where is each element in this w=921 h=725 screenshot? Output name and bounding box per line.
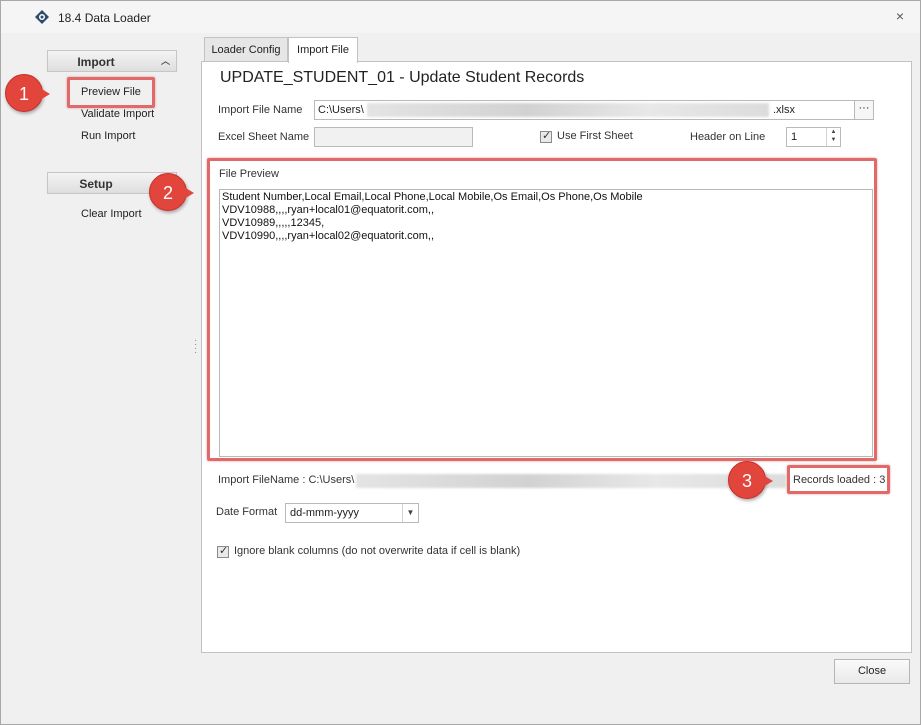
tab-loader-config[interactable]: Loader Config <box>204 37 288 62</box>
import-filename-status: Import FileName : C:\Users\ <box>218 474 355 486</box>
use-first-sheet-label: Use First Sheet <box>557 130 633 142</box>
splitter-handle[interactable]: · · · · <box>194 336 198 358</box>
sidebar: Import ︿ Preview File Validate Import Ru… <box>35 35 195 725</box>
browse-file-button[interactable]: ··· <box>854 100 874 120</box>
window-title: 18.4 Data Loader <box>58 11 151 25</box>
stepper-arrows-icon[interactable]: ▲ ▼ <box>826 128 840 146</box>
header-line-stepper[interactable]: 1 ▲ ▼ <box>786 127 841 147</box>
step-badge-1: 1 <box>5 74 50 112</box>
badge-pointer <box>184 187 194 199</box>
close-button[interactable]: Close <box>834 659 910 684</box>
sidebar-item-clear-import[interactable]: Clear Import <box>81 208 142 220</box>
badge-pointer <box>40 88 50 100</box>
redacted-status-path <box>356 474 786 488</box>
data-loader-window: 18.4 Data Loader × Import ︿ Preview File… <box>0 0 921 725</box>
step-number: 3 <box>741 471 752 491</box>
ignore-blank-label: Ignore blank columns (do not overwrite d… <box>234 545 521 557</box>
title-bar: 18.4 Data Loader × <box>1 1 920 33</box>
chevron-down-icon[interactable]: ▼ <box>402 504 418 522</box>
import-file-name-label: Import File Name <box>218 104 303 116</box>
page-title: UPDATE_STUDENT_01 - Update Student Recor… <box>220 69 585 86</box>
setup-group-label: Setup <box>79 177 113 191</box>
step-number: 1 <box>18 84 29 104</box>
chevron-up-icon[interactable]: ︿ <box>161 54 170 67</box>
header-line-value: 1 <box>791 131 798 143</box>
date-format-label: Date Format <box>216 506 278 518</box>
highlight-file-preview <box>207 158 877 461</box>
file-path-prefix: C:\Users\ <box>318 104 364 116</box>
app-logo-icon <box>35 10 49 24</box>
excel-sheet-name-label: Excel Sheet Name <box>218 131 310 143</box>
file-extension: .xlsx <box>773 104 795 116</box>
tab-import-file[interactable]: Import File <box>288 37 358 63</box>
import-group-header[interactable]: Import ︿ <box>47 50 177 72</box>
ignore-blank-checkbox[interactable] <box>217 544 229 558</box>
sidebar-item-validate-import[interactable]: Validate Import <box>81 108 154 120</box>
use-first-sheet-checkbox[interactable] <box>540 129 552 143</box>
highlight-preview-file <box>67 77 155 108</box>
step-badge-2: 2 <box>149 173 194 211</box>
sidebar-item-run-import[interactable]: Run Import <box>81 130 135 142</box>
step-badge-3: 3 <box>728 461 773 499</box>
redacted-path <box>367 103 769 117</box>
date-format-select[interactable]: dd-mmm-yyyy ▼ <box>285 503 419 523</box>
highlight-records-loaded <box>787 465 890 494</box>
window-close-icon[interactable]: × <box>893 9 907 23</box>
excel-sheet-name-input[interactable] <box>314 127 473 147</box>
date-format-value: dd-mmm-yyyy <box>290 507 360 519</box>
step-number: 2 <box>162 183 173 203</box>
import-group-label: Import <box>77 55 115 69</box>
import-file-name-input[interactable]: C:\Users\ .xlsx <box>314 100 856 120</box>
header-on-line-label: Header on Line <box>690 131 766 143</box>
badge-pointer <box>763 475 773 487</box>
